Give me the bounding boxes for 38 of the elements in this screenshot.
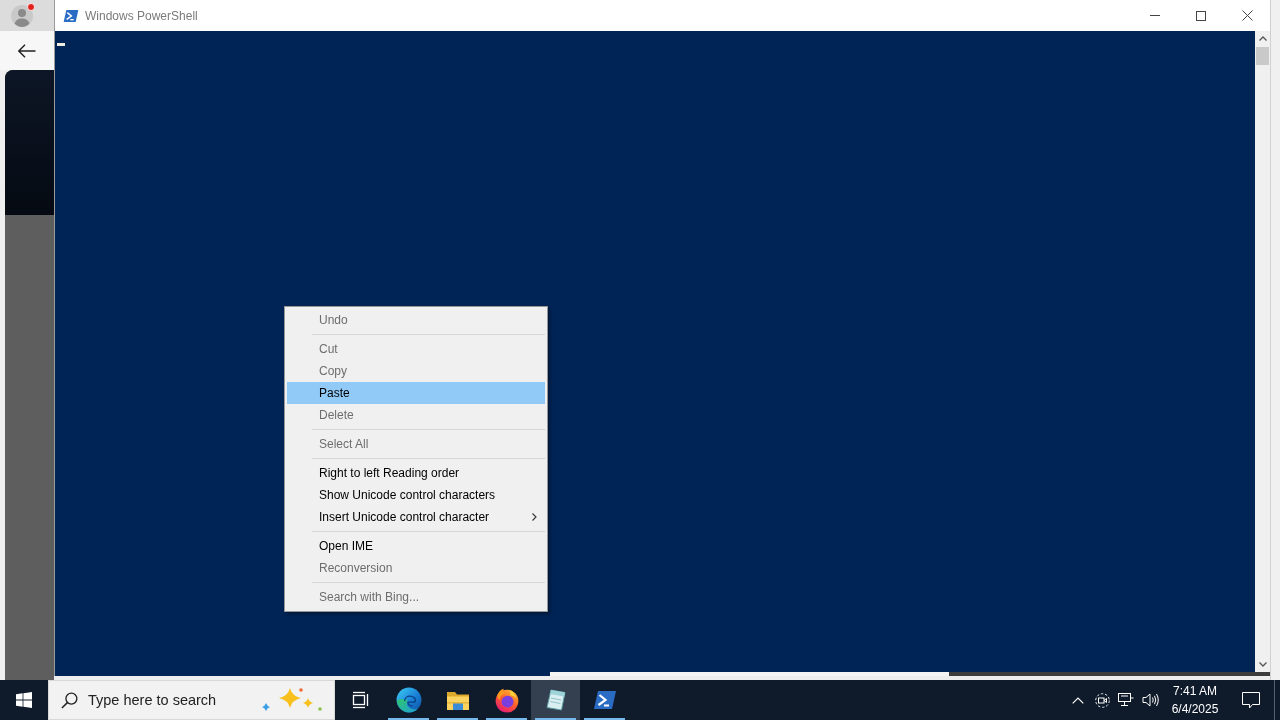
text-cursor xyxy=(57,43,65,46)
notepad-icon xyxy=(543,688,568,712)
swirl-browser-icon xyxy=(395,687,422,713)
clock-date: 6/4/2025 xyxy=(1171,701,1219,718)
minimize-icon xyxy=(1150,15,1160,16)
menu-item[interactable]: Show Unicode control characters xyxy=(287,484,545,506)
start-logo-icon xyxy=(16,692,32,708)
horizontal-scrollbar[interactable] xyxy=(55,672,1270,676)
search-input[interactable]: Type here to search xyxy=(88,692,248,708)
menu-item[interactable]: Insert Unicode control character xyxy=(287,506,545,528)
maximize-icon xyxy=(1196,10,1206,21)
volume-icon xyxy=(1141,693,1159,707)
notification-dot-icon xyxy=(27,3,35,11)
menu-item[interactable]: Open IME xyxy=(287,535,545,557)
avatar-icon[interactable] xyxy=(11,4,33,27)
clock-time: 7:41 AM xyxy=(1173,683,1217,700)
scrollbar-thumb[interactable] xyxy=(1256,47,1269,65)
close-icon xyxy=(1241,10,1253,21)
terminal-prompt-icon xyxy=(592,690,617,710)
folder-icon xyxy=(445,689,470,711)
sparkle-icon xyxy=(260,686,324,714)
window-title: Windows PowerShell xyxy=(85,8,198,23)
chevron-up-icon xyxy=(1072,696,1084,704)
network-icon xyxy=(1118,692,1134,708)
back-arrow-icon[interactable] xyxy=(18,43,36,58)
scroll-up-icon[interactable] xyxy=(1258,36,1267,41)
terminal-prompt-icon xyxy=(63,8,79,23)
clock[interactable]: 7:41 AM 6/4/2025 xyxy=(1162,680,1228,720)
menu-item[interactable]: Right to left Reading order xyxy=(287,462,545,484)
search-icon xyxy=(61,691,78,709)
speech-bubble-icon xyxy=(1242,691,1260,709)
chevron-right-icon xyxy=(532,513,537,521)
scroll-down-icon[interactable] xyxy=(1258,662,1267,667)
menu-item[interactable]: Paste xyxy=(287,382,545,404)
flame-globe-icon xyxy=(493,687,520,713)
camera-icon xyxy=(1094,692,1110,708)
console-area[interactable] xyxy=(55,31,1255,672)
taskbar-app-button[interactable] xyxy=(531,680,580,720)
